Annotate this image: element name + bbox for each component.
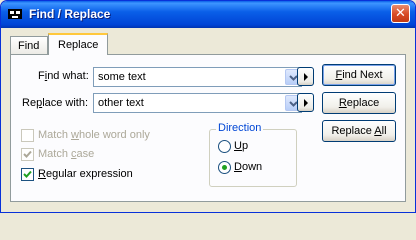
window-title: Find / Replace [29, 7, 111, 21]
match-case-checkbox[interactable] [21, 148, 34, 161]
triangle-right-icon [304, 99, 308, 107]
close-icon: ✕ [395, 5, 406, 20]
replace-menu-button[interactable] [297, 93, 314, 112]
direction-up-label: Up [234, 140, 249, 152]
close-button[interactable]: ✕ [391, 4, 410, 23]
find-what-input[interactable]: some text [98, 71, 146, 83]
tab-replace[interactable]: Replace [48, 33, 108, 55]
replace-button[interactable]: Replace [322, 92, 396, 114]
replace-all-button[interactable]: Replace All [322, 120, 396, 142]
triangle-right-icon [304, 73, 308, 81]
title-bar[interactable]: Find / Replace ✕ [1, 1, 415, 28]
replace-with-input[interactable]: other text [98, 97, 144, 109]
replace-tab-panel: Find what: some text Replace with: other… [10, 54, 406, 202]
direction-down-radio[interactable] [218, 161, 231, 174]
regular-expression-label: Regular expression [38, 168, 133, 180]
replace-with-label: Replace with: [22, 97, 89, 109]
radio-selected-dot [222, 165, 227, 170]
find-what-combobox[interactable]: some text [93, 67, 302, 87]
app-icon [8, 9, 22, 19]
tab-replace-label: Replace [58, 39, 99, 51]
tab-find[interactable]: Find [10, 36, 48, 54]
direction-up-radio[interactable] [218, 140, 231, 153]
tab-find-label: Find [18, 40, 40, 52]
find-what-label: Find what: [38, 70, 89, 82]
match-case-label: Match case [38, 148, 95, 160]
match-whole-word-label: Match whole word only [38, 129, 150, 141]
direction-groupbox [209, 129, 297, 187]
find-menu-button[interactable] [297, 67, 314, 86]
replace-with-combobox[interactable]: other text [93, 93, 302, 113]
checkmark-icon [23, 170, 32, 178]
find-replace-dialog: Find / Replace ✕ Find Replace Find what:… [0, 0, 416, 213]
direction-down-label: Down [234, 161, 263, 173]
find-next-button[interactable]: Find Next [322, 64, 396, 86]
checkmark-icon [23, 150, 32, 158]
regular-expression-checkbox[interactable] [21, 168, 34, 181]
direction-group-title: Direction [216, 122, 264, 134]
match-whole-word-checkbox[interactable] [21, 129, 34, 142]
